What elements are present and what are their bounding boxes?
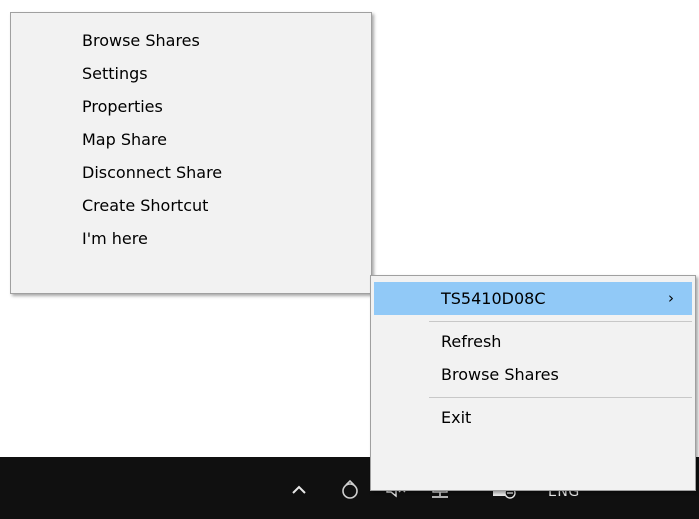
tray-context-menu: TS5410D08C › Refresh Browse Shares Exit <box>370 275 696 491</box>
menu-item-label: Browse Shares <box>82 31 200 50</box>
menu-item-label: Settings <box>82 64 148 83</box>
menu-item-browse-shares[interactable]: Browse Shares <box>374 358 692 391</box>
submenu-item-properties[interactable]: Properties <box>11 90 371 123</box>
menu-item-label: Properties <box>82 97 163 116</box>
menu-item-label: Create Shortcut <box>82 196 209 215</box>
chevron-up-icon[interactable] <box>288 479 310 499</box>
menu-item-label: Map Share <box>82 130 168 149</box>
desktop-screen: ENG Browse Shares Settings Properties Ma… <box>0 0 699 519</box>
menu-separator <box>429 397 692 398</box>
submenu-item-im-here[interactable]: I'm here <box>11 222 371 255</box>
menu-item-exit[interactable]: Exit <box>374 401 692 434</box>
submenu-item-create-shortcut[interactable]: Create Shortcut <box>11 189 371 222</box>
menu-item-label: Refresh <box>441 332 502 351</box>
network-agent-icon[interactable] <box>338 479 362 499</box>
device-submenu: Browse Shares Settings Properties Map Sh… <box>10 12 372 294</box>
submenu-item-browse-shares[interactable]: Browse Shares <box>11 24 371 57</box>
menu-separator <box>429 321 692 322</box>
menu-item-refresh[interactable]: Refresh <box>374 325 692 358</box>
submenu-item-disconnect-share[interactable]: Disconnect Share <box>11 156 371 189</box>
menu-item-label: Exit <box>441 408 472 427</box>
menu-item-label: I'm here <box>82 229 148 248</box>
menu-item-device[interactable]: TS5410D08C › <box>374 282 692 315</box>
menu-item-label: Disconnect Share <box>82 163 223 182</box>
menu-item-label: Browse Shares <box>441 365 559 384</box>
chevron-right-icon: › <box>668 289 674 307</box>
submenu-item-settings[interactable]: Settings <box>11 57 371 90</box>
submenu-item-map-share[interactable]: Map Share <box>11 123 371 156</box>
menu-item-label: TS5410D08C <box>441 289 546 308</box>
